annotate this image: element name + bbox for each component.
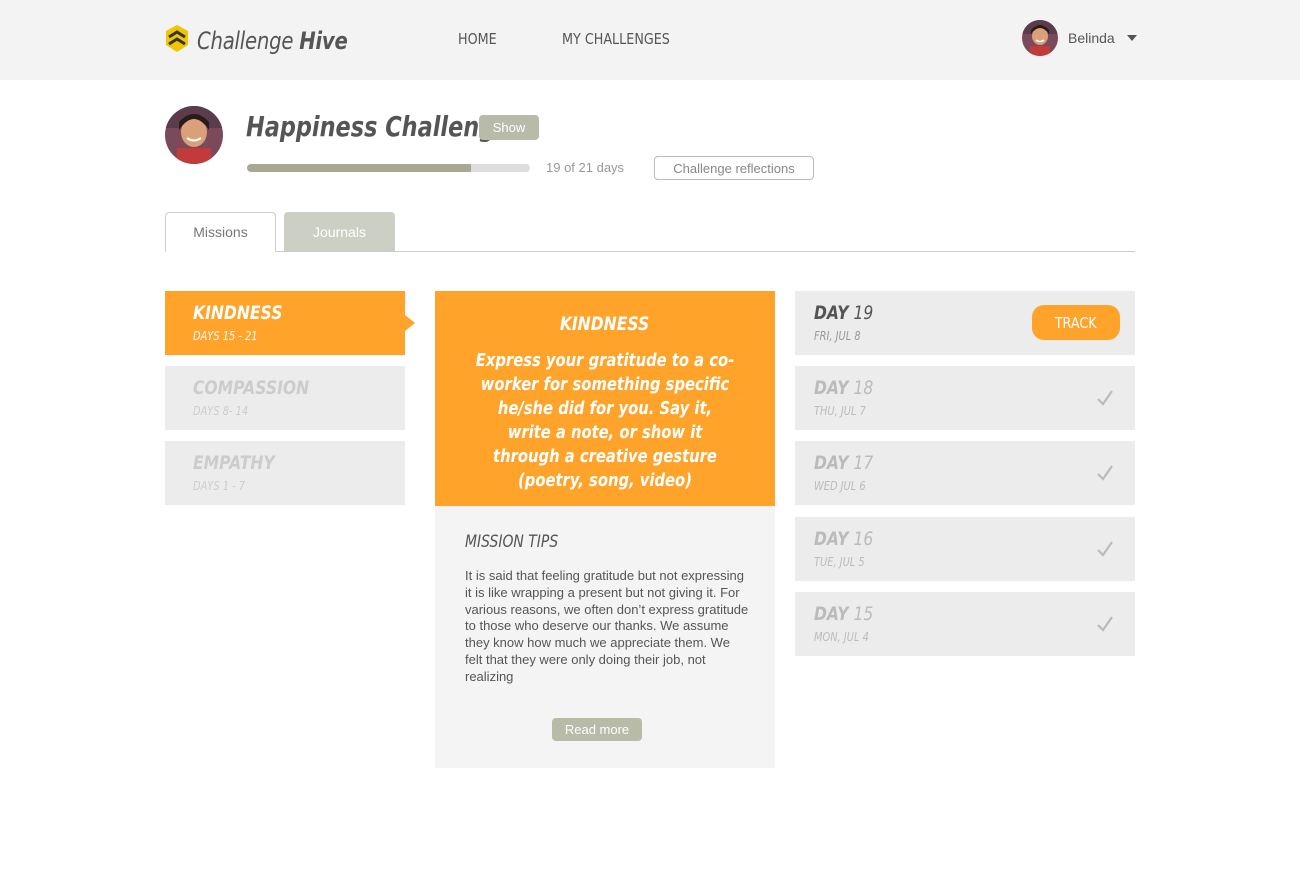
progress-bar-fill <box>247 164 472 172</box>
mission-tips-panel: MISSION TIPS It is said that feeling gra… <box>435 506 775 768</box>
show-button[interactable]: Show <box>479 115 539 140</box>
day-item-16[interactable]: DAY 16 TUE, JUL 5 <box>795 517 1135 581</box>
brand-name: Challenge Hive <box>197 27 348 55</box>
challenge-avatar <box>165 106 223 164</box>
read-more-button[interactable]: Read more <box>552 718 642 741</box>
mission-card-description: Express your gratitude to a co-worker fo… <box>475 350 735 491</box>
track-button[interactable]: TRACK <box>1032 305 1120 340</box>
mission-tips-body: It is said that feeling gratitude but no… <box>465 568 749 684</box>
challenge-reflections-button[interactable]: Challenge reflections <box>654 156 814 180</box>
day-item-15[interactable]: DAY 15 MON, JUL 4 <box>795 592 1135 656</box>
user-avatar <box>1022 20 1058 56</box>
checkmark-icon[interactable] <box>1096 463 1114 483</box>
mission-name: EMPATHY <box>193 452 275 474</box>
tab-journals[interactable]: Journals <box>284 212 395 251</box>
day-item-18[interactable]: DAY 18 THU, JUL 7 <box>795 366 1135 430</box>
mission-days: DAYS 1 - 7 <box>193 479 246 493</box>
day-date: WED JUL 6 <box>814 479 866 493</box>
day-item-17[interactable]: DAY 17 WED JUL 6 <box>795 441 1135 505</box>
nav-home-link[interactable]: HOME <box>458 30 497 48</box>
day-label: DAY 15 <box>814 603 874 625</box>
user-name: Belinda <box>1068 30 1115 46</box>
checkmark-icon[interactable] <box>1096 388 1114 408</box>
chevron-down-icon <box>1126 35 1137 41</box>
mission-item-empathy[interactable]: EMPATHY DAYS 1 - 7 <box>165 441 405 505</box>
mission-name: KINDNESS <box>193 302 283 324</box>
day-date: FRI, JUL 8 <box>814 329 861 343</box>
nav-my-challenges-link[interactable]: MY CHALLENGES <box>562 30 670 48</box>
mission-card-title: KINDNESS <box>560 313 650 335</box>
day-date: THU, JUL 7 <box>814 404 866 418</box>
user-menu[interactable]: Belinda <box>1022 20 1137 56</box>
mission-item-compassion[interactable]: COMPASSION DAYS 8- 14 <box>165 366 405 430</box>
mission-days: DAYS 15 - 21 <box>193 329 258 343</box>
challenge-title: Happiness Challenge <box>246 110 511 143</box>
brand-logo[interactable]: Challenge Hive <box>165 24 381 59</box>
checkmark-icon[interactable] <box>1096 614 1114 634</box>
day-item-19: DAY 19 FRI, JUL 8 TRACK <box>795 291 1135 355</box>
day-label: DAY 19 <box>814 302 874 324</box>
day-label: DAY 17 <box>814 452 874 474</box>
mission-days: DAYS 8- 14 <box>193 404 249 418</box>
hive-logo-icon <box>165 24 189 59</box>
tab-divider <box>165 251 1135 252</box>
top-navigation-bar: Challenge Hive HOME MY CHALLENGES Belind… <box>0 0 1300 80</box>
progress-text: 19 of 21 days <box>546 160 625 175</box>
day-date: TUE, JUL 5 <box>814 555 865 569</box>
mission-tips-title: MISSION TIPS <box>465 532 559 552</box>
mission-item-kindness[interactable]: KINDNESS DAYS 15 - 21 <box>165 291 415 355</box>
day-label: DAY 18 <box>814 377 874 399</box>
tab-missions[interactable]: Missions <box>165 212 276 252</box>
day-label: DAY 16 <box>814 528 874 550</box>
challenge-progress-bar <box>247 164 530 172</box>
day-date: MON, JUL 4 <box>814 630 869 644</box>
checkmark-icon[interactable] <box>1096 539 1114 559</box>
mission-name: COMPASSION <box>193 377 310 399</box>
mission-card: KINDNESS Express your gratitude to a co-… <box>435 291 775 516</box>
